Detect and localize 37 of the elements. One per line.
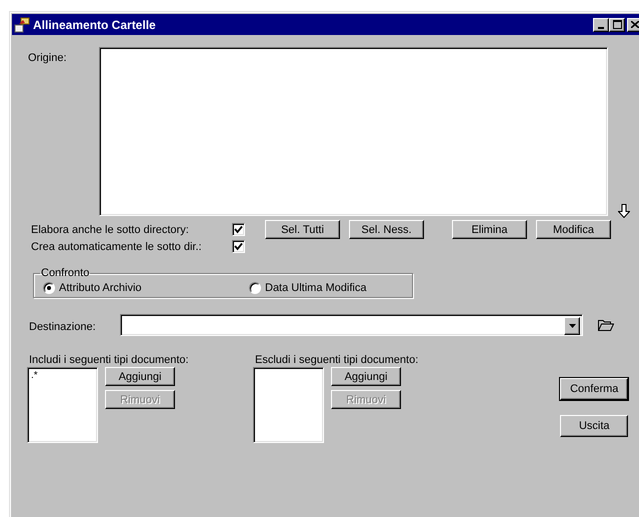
down-arrow-icon[interactable]: [618, 204, 630, 218]
option-label: Crea automaticamente le sotto dir.:: [31, 240, 203, 252]
radio-button[interactable]: [43, 282, 55, 294]
radio-label: Data Ultima Modifica: [265, 282, 366, 294]
folder-icon[interactable]: [598, 319, 614, 331]
add-button[interactable]: Aggiungi: [331, 367, 401, 386]
radio-button[interactable]: [249, 282, 261, 294]
minimize-icon: [598, 26, 604, 28]
folders-icon: [14, 16, 30, 32]
checkbox[interactable]: [232, 223, 245, 236]
maximize-icon: [612, 20, 622, 29]
close-button[interactable]: [627, 18, 639, 32]
file-type-list[interactable]: .*: [27, 367, 98, 443]
list-item[interactable]: .*: [31, 370, 94, 381]
dropdown-button[interactable]: [564, 317, 580, 335]
edit-button[interactable]: Modifica: [536, 220, 611, 239]
select-all-button[interactable]: Sel. Tutti: [265, 220, 340, 239]
group-label: Confronto: [40, 267, 90, 279]
minimize-button[interactable]: [593, 18, 609, 32]
file-type-list[interactable]: [253, 367, 324, 443]
origin-label: Origine:: [28, 51, 68, 66]
confirm-button[interactable]: Conferma: [560, 378, 628, 400]
list-label: Escludi i seguenti tipi documento:: [255, 354, 418, 366]
exit-button[interactable]: Uscita: [560, 415, 628, 437]
caret-icon: [568, 324, 576, 328]
window-title: Allineamento Cartelle: [33, 18, 157, 32]
list-label: Includi i seguenti tipi documento:: [29, 354, 190, 366]
delete-button[interactable]: Elimina: [452, 220, 527, 239]
destination-combo[interactable]: [120, 314, 583, 336]
option-label: Elabora anche le sotto directory:: [31, 224, 190, 236]
destination-label: Destinazione:: [29, 320, 97, 333]
radio-label: Attributo Archivio: [59, 282, 143, 294]
close-icon: [631, 21, 639, 28]
select-none-button[interactable]: Sel. Ness.: [349, 220, 424, 239]
add-button[interactable]: Aggiungi: [105, 367, 175, 386]
maximize-button[interactable]: [609, 18, 625, 32]
checkbox[interactable]: [232, 240, 245, 253]
